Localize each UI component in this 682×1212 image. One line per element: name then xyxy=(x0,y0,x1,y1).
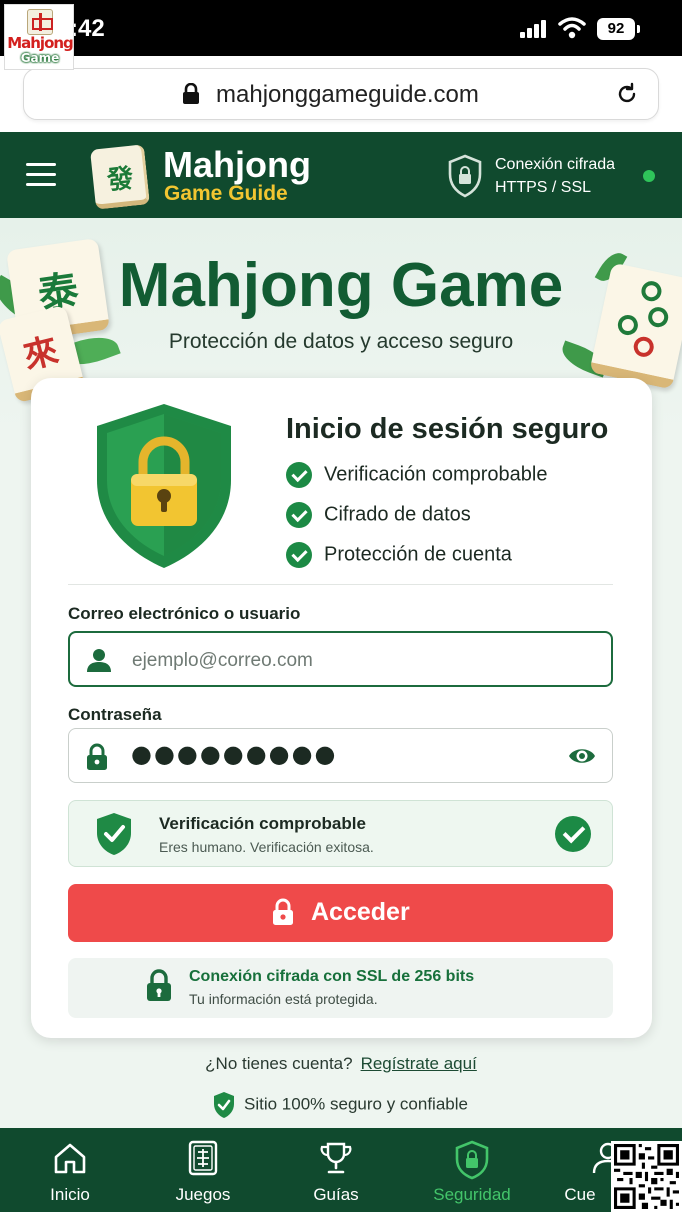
login-card: Inicio de sesión seguro Verificación com… xyxy=(31,378,652,1038)
shield-check-icon xyxy=(97,813,131,855)
app-logo: Mahjong Game xyxy=(4,4,74,70)
app-logo-line1: Mahjong xyxy=(7,34,74,52)
nav-item-guias[interactable]: Guías xyxy=(268,1128,404,1212)
status-time: :42 xyxy=(70,15,105,42)
verification-box: Verificación comprobable Eres humano. Ve… xyxy=(68,800,613,867)
check-circle-icon xyxy=(555,816,591,852)
app-logo-line2: Game xyxy=(20,51,60,65)
lock-icon xyxy=(147,969,171,1001)
connection-status: Conexión cifrada xyxy=(495,156,616,173)
feature-item: Protección de cuenta xyxy=(286,542,512,568)
password-label: Contraseña xyxy=(68,705,162,724)
user-icon xyxy=(87,649,111,672)
connection-status-dot xyxy=(643,170,655,182)
trophy-icon xyxy=(320,1142,352,1174)
register-prompt: ¿No tienes cuenta? Regístrate aquí xyxy=(0,1054,682,1074)
browser-bar: mahjonggameguide.com xyxy=(0,56,682,132)
menu-icon[interactable] xyxy=(26,163,56,187)
battery-indicator: 92 xyxy=(597,18,640,40)
eye-icon[interactable] xyxy=(567,745,597,767)
feature-label: Protección de cuenta xyxy=(324,543,512,566)
safe-site-badge: Sitio 100% seguro y confiable xyxy=(212,1091,468,1119)
status-bar: :42 92 xyxy=(0,0,682,56)
cellular-signal-icon xyxy=(520,20,548,38)
check-circle-icon xyxy=(286,502,312,528)
login-button[interactable]: Acceder xyxy=(68,884,613,942)
register-link[interactable]: Regístrate aquí xyxy=(361,1054,477,1073)
connection-protocol: HTTPS / SSL xyxy=(495,179,592,196)
no-account-text: ¿No tienes cuenta? xyxy=(205,1054,353,1073)
home-icon xyxy=(54,1143,86,1174)
login-button-label: Acceder xyxy=(311,898,410,926)
brand-subtitle: Game Guide xyxy=(164,182,288,205)
bottom-navigation: Inicio Juegos Guías Seguridad Cue xyxy=(0,1128,682,1212)
hero-title: Mahjong Game xyxy=(118,251,564,320)
shield-lock-icon xyxy=(448,154,482,198)
brand-tile-icon: 發 xyxy=(90,144,150,210)
feature-label: Verificación comprobable xyxy=(324,463,548,486)
shield-lock-icon xyxy=(455,1140,489,1180)
check-circle-icon xyxy=(286,542,312,568)
brand-tile-glyph: 發 xyxy=(105,163,135,197)
security-shield-icon xyxy=(97,404,231,568)
check-circle-icon xyxy=(286,462,312,488)
nav-item-inicio[interactable]: Inicio xyxy=(2,1128,138,1212)
qr-code-icon xyxy=(614,1144,679,1209)
wifi-icon xyxy=(558,17,586,39)
nav-label: Juegos xyxy=(175,1185,231,1204)
url-field[interactable]: mahjonggameguide.com xyxy=(23,68,659,120)
lock-icon xyxy=(273,898,293,925)
lock-icon xyxy=(87,743,107,770)
verification-title: Verificación comprobable xyxy=(159,814,366,833)
divider xyxy=(68,584,613,585)
feature-item: Cifrado de datos xyxy=(286,502,471,528)
feature-item: Verificación comprobable xyxy=(286,462,547,488)
site-header: 發 Mahjong Game Guide Conexión cifrada HT… xyxy=(0,132,682,218)
safe-site-text: Sitio 100% seguro y confiable xyxy=(244,1094,468,1114)
nav-label: Inicio xyxy=(50,1185,90,1204)
feature-label: Cifrado de datos xyxy=(324,503,471,526)
ssl-title: Conexión cifrada con SSL de 256 bits xyxy=(189,968,475,985)
ssl-subtitle: Tu información está protegida. xyxy=(189,991,378,1007)
lock-icon xyxy=(183,83,199,104)
mahjong-tile-icon xyxy=(188,1140,218,1176)
mahjong-tile-icon xyxy=(27,9,53,35)
url-text: mahjonggameguide.com xyxy=(216,81,479,108)
password-value: ●●●●●●●●● xyxy=(131,740,338,768)
password-field[interactable]: ●●●●●●●●● xyxy=(68,728,613,783)
nav-item-juegos[interactable]: Juegos xyxy=(135,1128,271,1212)
email-field[interactable]: ejemplo@correo.com xyxy=(68,631,613,687)
email-label: Correo electrónico o usuario xyxy=(68,604,301,623)
login-title: Inicio de sesión seguro xyxy=(286,413,609,445)
brand-name[interactable]: Mahjong xyxy=(163,144,311,186)
verification-status: Eres humano. Verificación exitosa. xyxy=(159,839,374,855)
ssl-notice: Conexión cifrada con SSL de 256 bits Tu … xyxy=(68,958,613,1018)
nav-label: Guías xyxy=(313,1185,359,1204)
qr-code xyxy=(611,1141,682,1212)
hero-subtitle: Protección de datos y acceso seguro xyxy=(168,330,514,353)
reload-icon[interactable] xyxy=(615,82,639,106)
shield-check-icon xyxy=(214,1092,234,1118)
email-placeholder: ejemplo@correo.com xyxy=(132,650,313,671)
